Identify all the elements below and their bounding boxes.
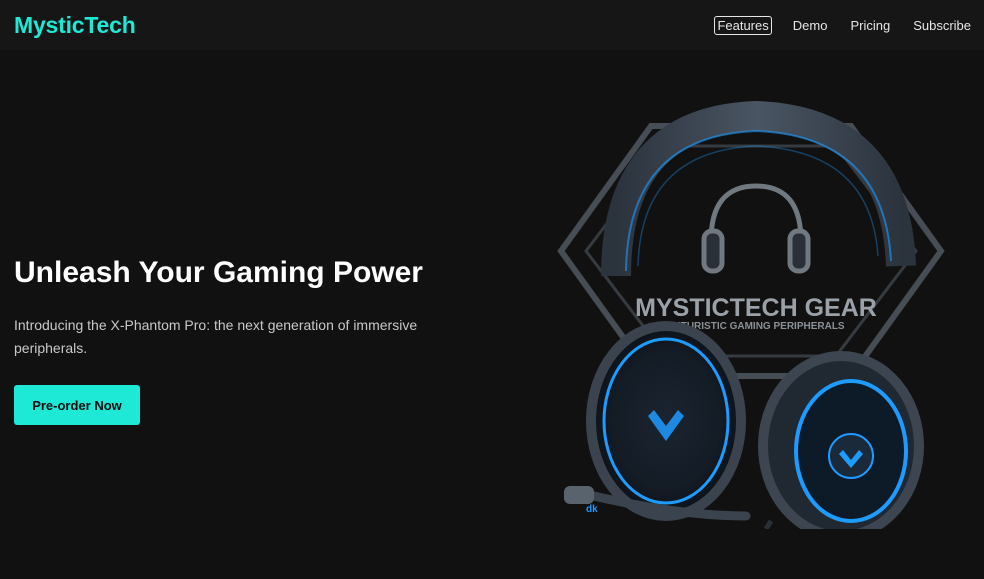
brand-logo[interactable]: MysticTech xyxy=(14,12,136,39)
right-earcup xyxy=(758,351,924,529)
nav-link-demo[interactable]: Demo xyxy=(791,17,830,34)
headband xyxy=(601,100,916,277)
headset-product-image: MYSTICTECH GEAR FUTURISTIC GAMING PERIPH… xyxy=(557,100,945,529)
nav-links: Features Demo Pricing Subscribe xyxy=(695,15,973,35)
cable xyxy=(763,519,774,529)
mic-label: dk xyxy=(586,504,598,515)
nav-link-pricing[interactable]: Pricing xyxy=(848,17,892,34)
preorder-button[interactable]: Pre-order Now xyxy=(14,385,140,425)
hero-subtitle: Introducing the X-Phantom Pro: the next … xyxy=(14,317,418,356)
emblem-headset-icon xyxy=(701,183,811,274)
nav-link-subscribe[interactable]: Subscribe xyxy=(911,17,973,34)
top-navbar: MysticTech Features Demo Pricing Subscri… xyxy=(0,0,984,50)
emblem-title: MYSTICTECH GEAR xyxy=(635,294,877,322)
hero-title: Unleash Your Gaming Power xyxy=(14,256,423,289)
left-earcup xyxy=(586,321,746,521)
nav-link-features[interactable]: Features xyxy=(714,15,772,35)
